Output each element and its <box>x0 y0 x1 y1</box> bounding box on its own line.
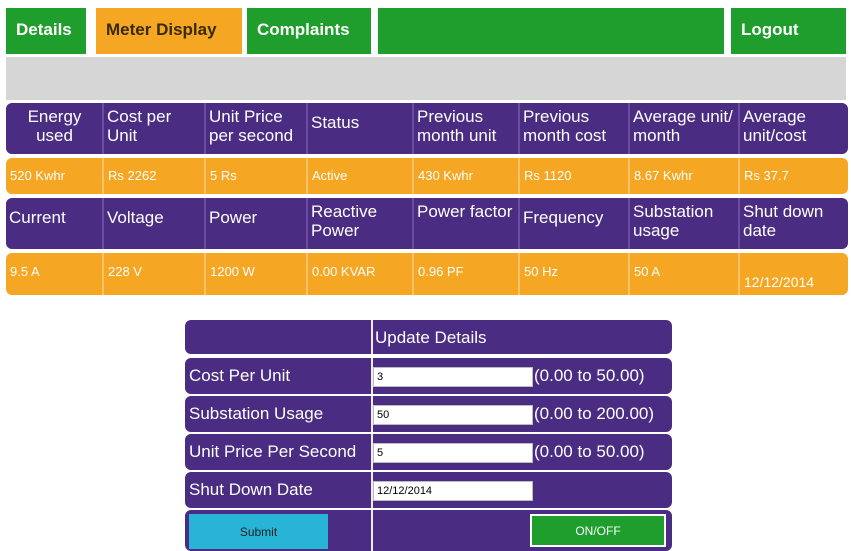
unit-price-per-second-input[interactable] <box>373 443 533 463</box>
cost-per-unit-row: Cost Per Unit (0.00 to 50.00) <box>185 358 672 394</box>
value-unit-price-per-second: 5 Rs <box>206 158 308 194</box>
form-title-row: Update Details <box>185 320 672 354</box>
header-substation-usage: Substation usage <box>630 198 740 249</box>
value-power: 1200 W <box>206 253 308 295</box>
header-average-unit-month: Average unit/ month <box>630 103 740 154</box>
value-previous-month-unit: 430 Kwhr <box>414 158 520 194</box>
electrical-value-row: 9.5 A 228 V 1200 W 0.00 KVAR 0.96 PF 50 … <box>6 253 848 295</box>
update-details-form: Update Details Cost Per Unit (0.00 to 50… <box>185 320 672 551</box>
value-reactive-power: 0.00 KVAR <box>308 253 414 295</box>
header-voltage: Voltage <box>104 198 206 249</box>
substation-usage-row: Substation Usage (0.00 to 200.00) <box>185 396 672 432</box>
value-frequency: 50 Hz <box>520 253 630 295</box>
substation-usage-label: Substation Usage <box>189 404 324 423</box>
header-energy-used: Energy used <box>6 103 104 154</box>
header-previous-month-unit: Previous month unit <box>414 103 520 154</box>
header-cost-per-unit: Cost per Unit <box>104 103 206 154</box>
header-current: Current <box>6 198 104 249</box>
logout-button[interactable]: Logout <box>731 8 846 54</box>
on-off-button[interactable]: ON/OFF <box>530 514 666 547</box>
header-power-factor: Power factor <box>414 198 520 249</box>
value-previous-month-cost: Rs 1120 <box>520 158 630 194</box>
info-bar <box>6 57 846 100</box>
value-substation-usage: 50 A <box>630 253 740 295</box>
cost-per-unit-label: Cost Per Unit <box>189 366 291 385</box>
shut-down-date-row: Shut Down Date <box>185 472 672 508</box>
header-shut-down-date: Shut down date <box>743 202 824 240</box>
value-cost-per-unit: Rs 2262 <box>104 158 206 194</box>
unit-price-per-second-label: Unit Price Per Second <box>189 442 357 461</box>
header-unit-price-per-second: Unit Price per second <box>206 103 308 154</box>
header-reactive-power: Reactive Power <box>308 198 414 249</box>
form-title: Update Details <box>375 328 487 347</box>
value-shut-down-date: 12/12/2014 <box>744 274 815 290</box>
header-average-unit-cost: Average unit/cost <box>743 107 807 145</box>
usage-value-row: 520 Kwhr Rs 2262 5 Rs Active 430 Kwhr Rs… <box>6 158 848 194</box>
usage-header-row: Energy used Cost per Unit Unit Price per… <box>6 103 848 154</box>
form-column-divider <box>371 320 373 551</box>
value-average-unit-month: 8.67 Kwhr <box>630 158 740 194</box>
header-frequency: Frequency <box>520 198 630 249</box>
value-current: 9.5 A <box>6 253 104 295</box>
value-energy-used: 520 Kwhr <box>6 158 104 194</box>
top-nav: Details Meter Display Complaints Logout <box>0 8 851 54</box>
unit-price-per-second-range: (0.00 to 50.00) <box>534 442 645 461</box>
value-status: Active <box>308 158 414 194</box>
cost-per-unit-range: (0.00 to 50.00) <box>534 366 645 385</box>
header-status: Status <box>308 103 414 154</box>
tab-details[interactable]: Details <box>6 8 86 54</box>
substation-usage-input[interactable] <box>373 405 533 425</box>
value-voltage: 228 V <box>104 253 206 295</box>
substation-usage-range: (0.00 to 200.00) <box>534 404 655 423</box>
header-power: Power <box>206 198 308 249</box>
nav-spacer <box>378 8 724 54</box>
header-previous-month-cost: Previous month cost <box>520 103 630 154</box>
cost-per-unit-input[interactable] <box>373 367 533 387</box>
shut-down-date-label: Shut Down Date <box>189 480 313 499</box>
form-actions-row: Submit ON/OFF <box>185 510 672 551</box>
unit-price-per-second-row: Unit Price Per Second (0.00 to 50.00) <box>185 434 672 470</box>
value-power-factor: 0.96 PF <box>414 253 520 295</box>
tab-complaints[interactable]: Complaints <box>247 8 371 54</box>
tab-meter-display[interactable]: Meter Display <box>96 8 242 54</box>
shut-down-date-input[interactable] <box>373 481 533 501</box>
electrical-header-row: Current Voltage Power Reactive Power Pow… <box>6 198 848 249</box>
value-average-unit-cost: Rs 37.7 <box>744 168 789 183</box>
submit-button[interactable]: Submit <box>189 514 328 549</box>
